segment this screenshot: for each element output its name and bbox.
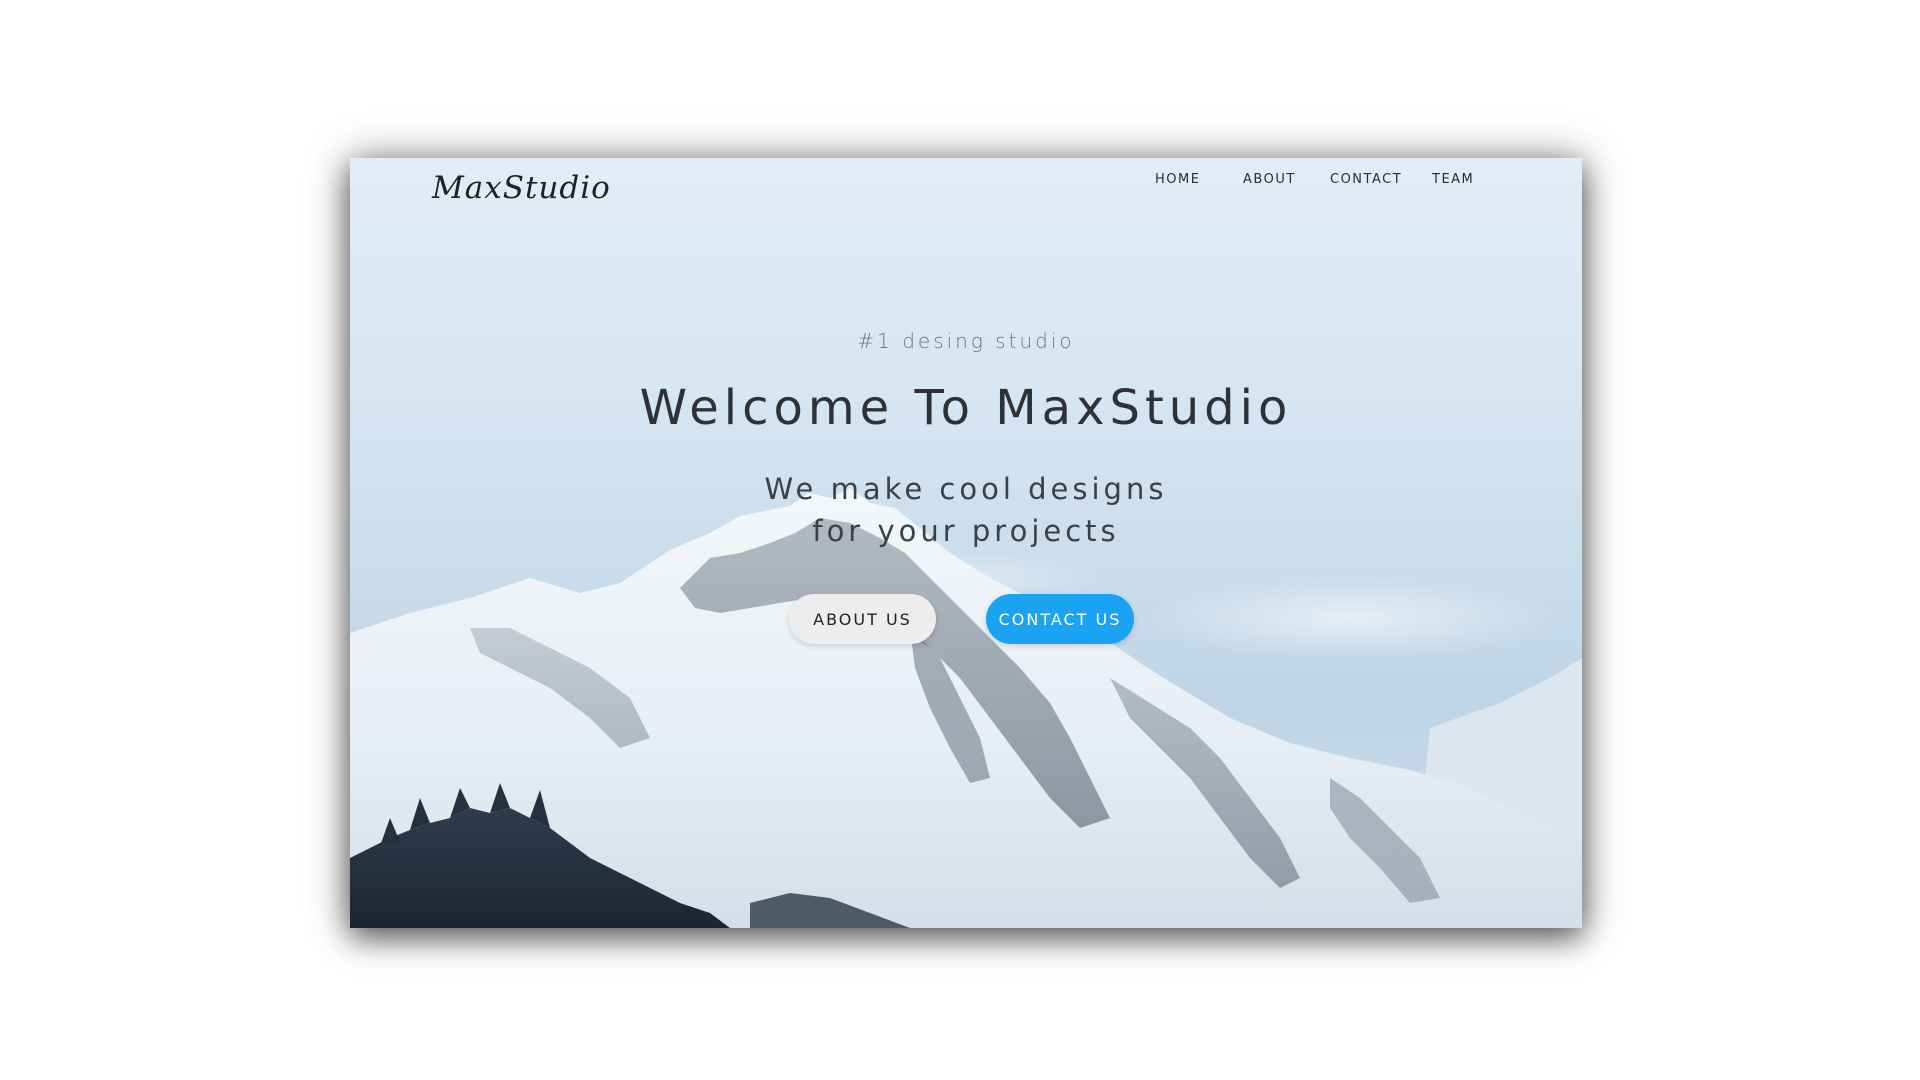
top-navbar: MaxStudio HOME ABOUT CONTACT TEAM — [350, 158, 1582, 228]
nav-link-team[interactable]: TEAM — [1432, 172, 1474, 187]
contact-us-button[interactable]: CONTACT US — [986, 594, 1134, 644]
hero-headline: Welcome To MaxStudio — [639, 380, 1293, 436]
hero-subheadline-line-2: for your projects — [812, 514, 1120, 548]
hero-subheadline: We make cool designs for your projects — [350, 468, 1582, 552]
nav-link-home[interactable]: HOME — [1155, 172, 1200, 187]
about-us-button[interactable]: ABOUT US — [789, 594, 936, 644]
screenshot-canvas: MaxStudio HOME ABOUT CONTACT TEAM #1 des… — [0, 0, 1920, 1080]
hero-tagline: #1 desing studio — [857, 329, 1075, 353]
nav-links: HOME ABOUT CONTACT TEAM — [350, 172, 1582, 196]
nav-link-contact[interactable]: CONTACT — [1330, 172, 1402, 187]
hero-subheadline-line-1: We make cool designs — [764, 472, 1168, 506]
nav-link-about[interactable]: ABOUT — [1243, 172, 1296, 187]
website-preview: MaxStudio HOME ABOUT CONTACT TEAM #1 des… — [350, 158, 1582, 928]
